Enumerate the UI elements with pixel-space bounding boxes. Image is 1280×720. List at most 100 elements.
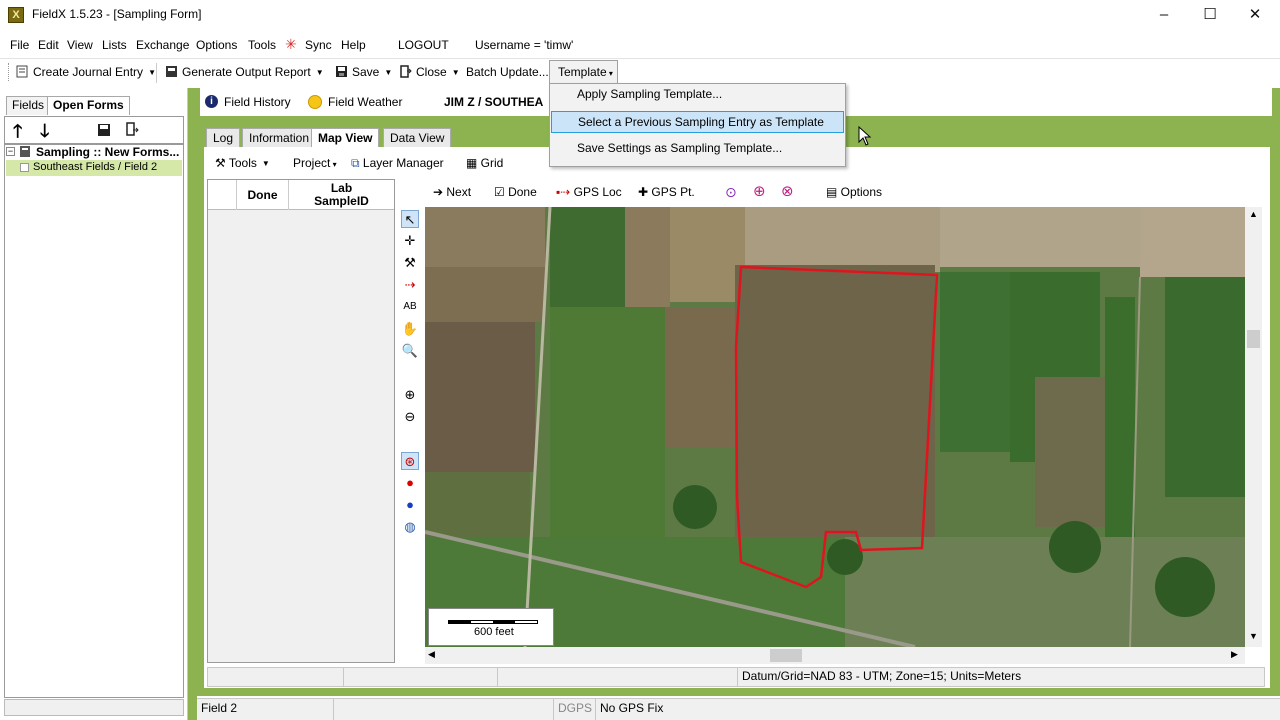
save-button[interactable]: Save ▼ bbox=[335, 64, 392, 82]
tab-log[interactable]: Log bbox=[206, 128, 241, 148]
chevron-down-icon[interactable]: ▼ bbox=[316, 68, 324, 77]
column-done[interactable]: Done bbox=[236, 180, 288, 210]
menu-options[interactable]: Options bbox=[196, 38, 237, 52]
create-journal-button[interactable]: Create Journal Entry ▼ bbox=[16, 64, 156, 82]
tab-open-forms[interactable]: Open Forms bbox=[47, 96, 130, 115]
maximize-button[interactable]: ☐ bbox=[1187, 0, 1233, 30]
left-panel-scrollbar[interactable] bbox=[4, 699, 184, 716]
generate-report-button[interactable]: Generate Output Report ▼ bbox=[165, 64, 324, 82]
add-point-icon[interactable]: ✛ bbox=[401, 232, 419, 250]
create-journal-label: Create Journal Entry bbox=[33, 65, 144, 79]
close-form-button[interactable]: Close ▼ bbox=[399, 64, 460, 82]
zoom-icon[interactable]: 🔍 bbox=[401, 342, 419, 360]
window-title: FieldX 1.5.23 - [Sampling Form] bbox=[32, 7, 202, 21]
checkbox[interactable] bbox=[20, 163, 29, 172]
tools-dropdown[interactable]: ⚒ Tools ▼ bbox=[215, 155, 270, 173]
scroll-up-icon[interactable]: ▲ bbox=[1249, 209, 1258, 219]
menu-exchange[interactable]: Exchange bbox=[136, 38, 189, 52]
left-panel-toolbar bbox=[4, 116, 184, 144]
menu-bar bbox=[0, 34, 1280, 56]
menu-tools[interactable]: Tools bbox=[248, 38, 276, 52]
toolbar-grip bbox=[8, 63, 10, 81]
target-settings-icon[interactable]: ⊗ bbox=[781, 184, 794, 201]
save-icon[interactable] bbox=[97, 123, 111, 137]
export-icon[interactable] bbox=[126, 122, 140, 138]
tab-map-view[interactable]: Map View bbox=[311, 128, 380, 148]
gps-loc-button[interactable]: ▪⇢ GPS Loc bbox=[556, 184, 622, 201]
scroll-thumb[interactable] bbox=[1247, 330, 1260, 348]
chevron-down-icon[interactable]: ▼ bbox=[384, 68, 392, 77]
batch-update-button[interactable]: Batch Update... bbox=[466, 64, 549, 82]
column-lab-sampleid[interactable]: Lab SampleID bbox=[288, 180, 394, 210]
options-button[interactable]: ▤ Options bbox=[826, 184, 882, 201]
project-dropdown[interactable]: Project ▾ bbox=[293, 155, 337, 173]
field-history-button[interactable]: Field History bbox=[224, 95, 291, 109]
zoom-in-icon[interactable]: ⊕ bbox=[401, 386, 419, 404]
menu-file[interactable]: File bbox=[10, 38, 29, 52]
scroll-left-icon[interactable]: ◀ bbox=[428, 649, 435, 660]
chevron-down-icon[interactable]: ▼ bbox=[452, 68, 460, 77]
apply-template-item[interactable]: Apply Sampling Template... bbox=[551, 84, 844, 106]
blue-pin-icon[interactable]: ● bbox=[401, 496, 419, 514]
gps-pt-label: GPS Pt. bbox=[651, 185, 695, 199]
layer-manager-label: Layer Manager bbox=[362, 156, 444, 170]
map-vertical-scrollbar[interactable]: ▲ ▼ bbox=[1245, 207, 1262, 647]
field-status: Field 2 bbox=[201, 701, 238, 715]
label-ab-icon[interactable]: AB bbox=[401, 298, 419, 316]
gps-pt-button[interactable]: ✚ GPS Pt. bbox=[638, 184, 695, 201]
map-horizontal-scrollbar[interactable]: ◀ ▶ bbox=[425, 647, 1245, 664]
zoom-out-icon[interactable]: ⊖ bbox=[401, 408, 419, 426]
generate-report-label: Generate Output Report bbox=[182, 65, 311, 79]
tree-root-sampling[interactable]: Sampling :: New Forms... bbox=[36, 145, 179, 159]
map-tools-column bbox=[396, 206, 424, 664]
globe-icon[interactable]: ◍ bbox=[401, 518, 419, 536]
red-pin-icon[interactable]: ● bbox=[401, 474, 419, 492]
measure-icon[interactable]: ⇢ bbox=[401, 276, 419, 294]
scroll-right-icon[interactable]: ▶ bbox=[1231, 649, 1238, 660]
zoom-extent-icon[interactable]: ⊛ bbox=[401, 452, 419, 470]
chevron-down-icon[interactable]: ▼ bbox=[148, 68, 156, 77]
chevron-down-icon: ▾ bbox=[606, 69, 613, 78]
panel-splitter[interactable] bbox=[188, 88, 197, 720]
menu-view[interactable]: View bbox=[67, 38, 93, 52]
logout-button[interactable]: LOGOUT bbox=[398, 38, 449, 52]
map-canvas[interactable] bbox=[425, 207, 1245, 647]
hammer-icon: ⚒ bbox=[215, 156, 229, 170]
target-icon[interactable]: ⊙ bbox=[725, 184, 737, 201]
done-button[interactable]: ☑ Done bbox=[494, 184, 537, 201]
tab-information[interactable]: Information bbox=[242, 128, 317, 148]
scroll-thumb[interactable] bbox=[770, 649, 802, 662]
select-previous-entry-item[interactable]: Select a Previous Sampling Entry as Temp… bbox=[551, 111, 844, 133]
save-settings-template-item[interactable]: Save Settings as Sampling Template... bbox=[551, 138, 844, 160]
mouse-cursor-icon bbox=[858, 126, 872, 146]
journal-icon bbox=[16, 65, 28, 78]
status-cell bbox=[333, 699, 553, 720]
pan-hand-icon[interactable]: ✋ bbox=[401, 320, 419, 338]
status-cell bbox=[497, 667, 737, 687]
menu-sync[interactable]: Sync bbox=[305, 38, 332, 52]
save-label: Save bbox=[352, 65, 380, 79]
menu-help[interactable]: Help bbox=[341, 38, 366, 52]
grid-button[interactable]: ▦ Grid bbox=[466, 155, 503, 173]
gps-loc-icon: ▪⇢ bbox=[556, 185, 574, 199]
hammer-icon[interactable]: ⚒ bbox=[401, 254, 419, 272]
pointer-icon[interactable]: ↖ bbox=[401, 210, 419, 228]
close-form-icon bbox=[400, 65, 412, 78]
open-forms-tree bbox=[4, 144, 184, 698]
minimize-button[interactable]: – bbox=[1141, 0, 1187, 30]
aerial-map bbox=[425, 207, 1245, 647]
menu-lists[interactable]: Lists bbox=[102, 38, 127, 52]
tab-fields[interactable]: Fields bbox=[6, 96, 51, 115]
template-menu-button[interactable]: Template ▾ bbox=[549, 60, 618, 84]
tree-child-field[interactable]: Southeast Fields / Field 2 bbox=[33, 161, 157, 173]
menu-edit[interactable]: Edit bbox=[38, 38, 59, 52]
tab-data-view[interactable]: Data View bbox=[383, 128, 452, 148]
close-form-label: Close bbox=[416, 65, 447, 79]
next-button[interactable]: ➔ Next bbox=[433, 184, 471, 201]
layer-manager-button[interactable]: ⧉ Layer Manager bbox=[351, 155, 444, 173]
close-window-button[interactable]: ✕ bbox=[1232, 0, 1278, 30]
add-target-icon[interactable]: ⊕ bbox=[753, 184, 766, 201]
collapse-icon[interactable]: − bbox=[6, 147, 15, 156]
field-weather-button[interactable]: Field Weather bbox=[328, 95, 402, 109]
scroll-down-icon[interactable]: ▼ bbox=[1249, 631, 1258, 641]
